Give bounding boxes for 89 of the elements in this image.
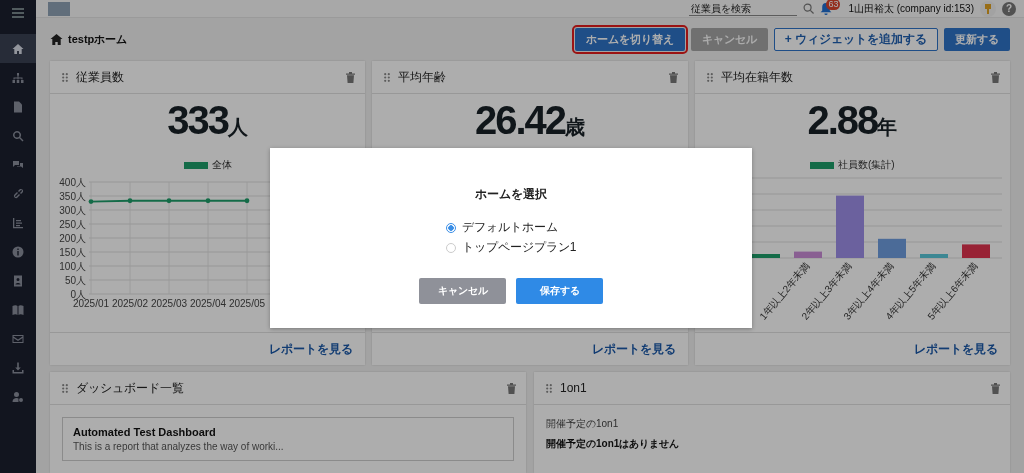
bar — [836, 195, 865, 258]
home-icon — [50, 34, 63, 45]
axis-label: 350人 — [58, 190, 86, 202]
modal-title: ホームを選択 — [475, 186, 547, 203]
metric-value: 2.88 — [807, 100, 878, 140]
mail-icon — [12, 332, 24, 345]
cancel-button[interactable]: キャンセル — [419, 278, 506, 304]
widget-title: 従業員数 — [76, 68, 125, 86]
info-icon — [12, 245, 24, 258]
search-icon[interactable] — [803, 3, 815, 14]
trash-icon[interactable] — [346, 71, 356, 83]
section-heading: 開催予定の1on1 — [546, 417, 620, 431]
bar — [920, 254, 949, 258]
dashboard-card[interactable]: Automated Test Dashboard This is a report that analyzes the way of worki... — [62, 417, 514, 461]
radio-option[interactable]: トップページプラン1 — [445, 239, 577, 256]
axis-label: 400人 — [58, 176, 86, 188]
chat-icon — [12, 158, 24, 171]
action-button[interactable]: + ウィジェットを追加する — [773, 28, 938, 51]
metric-value: 26.42 — [474, 100, 566, 140]
bar — [794, 251, 823, 258]
view-report-link[interactable]: レポートを見る — [269, 340, 354, 358]
axis-label: 50人 — [64, 274, 86, 286]
avatar-icon[interactable] — [980, 0, 996, 17]
download-icon — [12, 361, 24, 374]
trash-icon[interactable] — [991, 71, 1000, 83]
link-icon — [12, 187, 24, 200]
bar — [878, 238, 907, 258]
user-settings-icon — [12, 390, 24, 403]
legend-swatch — [810, 161, 834, 169]
book-icon — [12, 303, 24, 316]
metric-unit: 歳 — [565, 117, 586, 137]
file-icon — [12, 100, 24, 113]
axis-label: 200人 — [58, 232, 86, 244]
action-button[interactable]: 更新する — [944, 28, 1010, 51]
data-point — [166, 198, 172, 204]
metric-unit: 年 — [877, 117, 898, 137]
list-chart-icon — [12, 216, 24, 229]
trash-icon[interactable] — [991, 382, 1000, 394]
axis-label: 0人 — [70, 288, 86, 300]
widget-title: ダッシュボード一覧 — [76, 379, 185, 397]
trash-icon[interactable] — [668, 71, 678, 83]
sidebar-item[interactable] — [0, 34, 36, 63]
home-icon — [12, 42, 24, 55]
user-name[interactable]: 1山田裕太 (company id:153) — [848, 1, 974, 16]
bar — [752, 254, 781, 258]
axis-label: 2025/02 — [111, 298, 148, 309]
drag-handle-icon[interactable] — [62, 72, 68, 82]
axis-label: 250人 — [58, 218, 86, 230]
drag-handle-icon[interactable] — [546, 383, 552, 393]
view-report-link[interactable]: レポートを見る — [591, 340, 676, 358]
search-icon — [12, 129, 24, 142]
sitemap-icon — [12, 71, 24, 84]
dashboard-description: This is a report that analyzes the way of worki... — [73, 441, 285, 452]
legend-label: 全体 — [211, 158, 232, 172]
save-button[interactable]: 保存する — [516, 278, 603, 304]
contact-card-icon — [12, 274, 24, 287]
dashboard-name: Automated Test Dashboard — [73, 426, 217, 438]
data-point — [244, 198, 250, 204]
empty-message: 開催予定の1on1はありません — [546, 437, 681, 451]
drag-handle-icon[interactable] — [62, 383, 68, 393]
page-title: testpホーム — [68, 32, 128, 47]
widget-title: 平均在籍年数 — [720, 68, 794, 86]
data-point — [127, 198, 133, 204]
drag-handle-icon[interactable] — [706, 72, 713, 82]
radio-option[interactable]: デフォルトホーム — [445, 219, 577, 236]
notification-badge: 63 — [826, 0, 841, 10]
view-report-link[interactable]: レポートを見る — [914, 340, 998, 358]
legend-label: 社員数(集計) — [838, 158, 895, 172]
trash-icon[interactable] — [507, 382, 516, 394]
widget-title: 1on1 — [560, 381, 588, 395]
axis-label: 100人 — [58, 260, 86, 272]
widget-title: 平均年齢 — [398, 68, 448, 86]
metric-value: 333 — [167, 100, 229, 140]
logo-photo-placeholder[interactable] — [48, 1, 70, 16]
metric-unit: 人 — [228, 117, 249, 137]
data-point — [88, 199, 94, 204]
axis-label: 150人 — [58, 246, 86, 258]
search-field[interactable]: 従業員を検索 — [689, 1, 798, 16]
data-point — [205, 198, 211, 204]
bar — [962, 244, 991, 258]
help-button[interactable]: ? — [1002, 1, 1016, 16]
menu-icon[interactable] — [12, 8, 24, 18]
legend-swatch — [183, 161, 208, 169]
axis-label: 300人 — [58, 204, 86, 216]
drag-handle-icon[interactable] — [384, 72, 391, 82]
axis-label: 2025/05 — [228, 298, 265, 309]
action-button[interactable]: ホームを切り替え — [574, 28, 685, 51]
axis-label: 2025/04 — [189, 298, 226, 309]
axis-label: 2025/03 — [150, 298, 187, 309]
